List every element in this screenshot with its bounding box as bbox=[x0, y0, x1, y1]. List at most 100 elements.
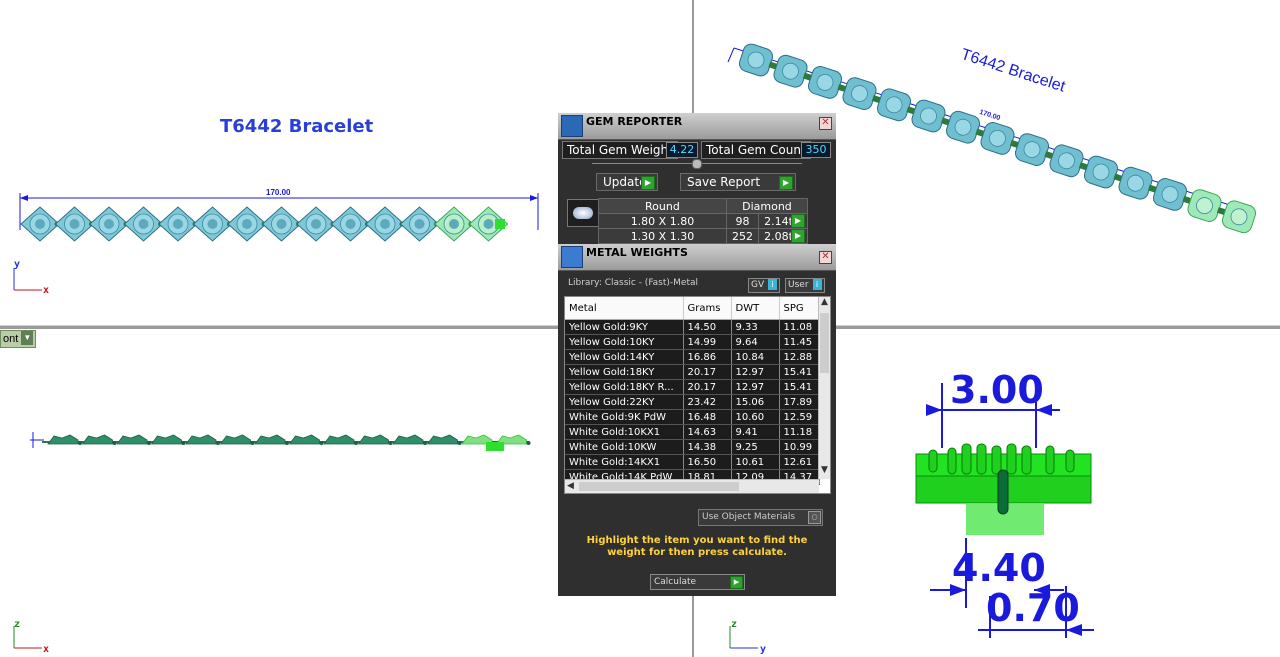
table-row[interactable]: Yellow Gold:18KY 20.17 12.97 15.41 bbox=[565, 364, 820, 380]
gem-row-go-button[interactable]: ▶ bbox=[791, 214, 805, 228]
column-header-spg[interactable]: SPG bbox=[779, 297, 820, 320]
vertical-scrollbar[interactable]: ▲ ▼ bbox=[818, 297, 830, 479]
scroll-down-icon[interactable]: ▼ bbox=[821, 465, 828, 475]
spg-value: 12.59 bbox=[779, 409, 820, 425]
metal-name: Yellow Gold:22KY bbox=[565, 394, 684, 410]
horizontal-scrollbar[interactable]: ◀ bbox=[565, 479, 819, 493]
clasp bbox=[495, 219, 505, 229]
table-row[interactable]: White Gold:10KW 14.38 9.25 10.99 bbox=[565, 439, 820, 455]
gem-size: 1.80 X 1.80 bbox=[598, 213, 727, 229]
table-row[interactable]: Yellow Gold:18KY R... 20.17 12.97 15.41 bbox=[565, 379, 820, 395]
grams-value: 23.42 bbox=[683, 394, 732, 410]
bracelet-link bbox=[123, 206, 164, 242]
gem-reporter-icon bbox=[561, 115, 583, 137]
bracelet-link bbox=[261, 206, 302, 242]
bracelet-links bbox=[20, 206, 509, 242]
table-row[interactable]: White Gold:14KX1 16.50 10.61 12.61 bbox=[565, 454, 820, 470]
dwt-value: 9.25 bbox=[731, 439, 780, 455]
spg-value: 12.88 bbox=[779, 349, 820, 365]
gem-row-go-button[interactable]: ▶ bbox=[791, 229, 805, 243]
bracelet-link-profile bbox=[426, 434, 462, 445]
gem-reporter-panel: GEM REPORTER ✕ Total Gem Weight 4.22 Tot… bbox=[558, 113, 836, 246]
metal-name: Yellow Gold:10KY bbox=[565, 334, 684, 350]
spg-value: 11.45 bbox=[779, 334, 820, 350]
dimension-label: 0.70 bbox=[986, 586, 1080, 630]
bracelet-link-profile bbox=[288, 434, 324, 445]
user-toggle[interactable]: User i bbox=[785, 278, 825, 293]
scroll-up-icon[interactable]: ▲ bbox=[821, 297, 828, 307]
dwt-value: 9.64 bbox=[731, 334, 780, 350]
scale-icon bbox=[561, 246, 583, 268]
bracelet-link bbox=[330, 206, 371, 242]
gv-toggle-label: GV bbox=[751, 280, 765, 290]
axis-y-label: y bbox=[760, 644, 767, 655]
gem-size: 1.30 X 1.30 bbox=[598, 228, 727, 244]
spg-value: 17.89 bbox=[779, 394, 820, 410]
bracelet-link-profile bbox=[185, 434, 220, 445]
use-object-materials-checkbox[interactable]: Use Object Materials ○ bbox=[698, 509, 823, 526]
metal-name: White Gold:9K PdW bbox=[565, 409, 684, 425]
dwt-value: 10.84 bbox=[731, 349, 780, 365]
bracelet-link bbox=[227, 206, 267, 242]
calculate-button[interactable]: Calculate ▶ bbox=[650, 574, 745, 590]
diamond-icon bbox=[573, 207, 593, 219]
table-row[interactable]: Yellow Gold:9KY 14.50 9.33 11.08 bbox=[565, 319, 820, 335]
dwt-value: 10.61 bbox=[731, 454, 780, 470]
play-icon: ▶ bbox=[641, 176, 655, 190]
scroll-thumb[interactable] bbox=[820, 313, 829, 373]
table-row[interactable]: Yellow Gold:10KY 14.99 9.64 11.45 bbox=[565, 334, 820, 350]
grams-value: 16.50 bbox=[683, 454, 732, 470]
table-row[interactable]: White Gold:9K PdW 16.48 10.60 12.59 bbox=[565, 409, 820, 425]
bracelet-link-profile bbox=[392, 434, 427, 445]
dimension-label: 3.00 bbox=[950, 368, 1044, 412]
metal-name: White Gold:14KX1 bbox=[565, 454, 684, 470]
dropdown-arrow-icon[interactable]: ▼ bbox=[21, 331, 34, 345]
total-gem-weight-value: 4.22 bbox=[666, 142, 698, 158]
save-report-button[interactable]: Save Report ▶ bbox=[680, 173, 796, 191]
gem-reporter-titlebar[interactable]: GEM REPORTER ✕ bbox=[558, 113, 836, 140]
gem-table: Round Diamond 1.80 X 1.80 98 2.14tw 1.30… bbox=[598, 198, 809, 244]
close-icon[interactable]: ✕ bbox=[819, 251, 832, 264]
table-row[interactable]: White Gold:10KX1 14.63 9.41 11.18 bbox=[565, 424, 820, 440]
grams-value: 14.50 bbox=[683, 319, 732, 335]
column-header-grams[interactable]: Grams bbox=[683, 297, 732, 320]
grams-value: 16.48 bbox=[683, 409, 732, 425]
metal-weights-title: METAL WEIGHTS bbox=[586, 246, 688, 259]
metal-weights-titlebar[interactable]: METAL WEIGHTS ✕ bbox=[558, 244, 836, 271]
update-button[interactable]: Update ▶ bbox=[596, 173, 658, 191]
table-row[interactable]: Yellow Gold:22KY 23.42 15.06 17.89 bbox=[565, 394, 820, 410]
bracelet-link bbox=[158, 206, 198, 242]
total-gem-count-label: Total Gem Count bbox=[701, 141, 811, 159]
gem-reporter-title: GEM REPORTER bbox=[586, 115, 683, 128]
total-gem-count-value: 350 bbox=[801, 142, 831, 158]
grams-value: 14.63 bbox=[683, 424, 732, 440]
table-row[interactable]: Yellow Gold:14KY 16.86 10.84 12.88 bbox=[565, 349, 820, 365]
spg-value: 11.08 bbox=[779, 319, 820, 335]
viewport-menu[interactable]: ont ▼ bbox=[0, 330, 37, 348]
checkbox-icon[interactable]: ○ bbox=[808, 511, 821, 524]
metal-name: Yellow Gold:9KY bbox=[565, 319, 684, 335]
total-gem-weight-label: Total Gem Weight bbox=[562, 141, 678, 159]
gv-toggle[interactable]: GV i bbox=[748, 278, 781, 293]
scroll-thumb[interactable] bbox=[579, 482, 739, 491]
play-icon: ▶ bbox=[730, 576, 743, 589]
grams-value: 20.17 bbox=[683, 379, 732, 395]
bracelet-link-profile bbox=[254, 434, 289, 445]
gem-row[interactable]: 1.80 X 1.80 98 2.14tw bbox=[598, 213, 808, 229]
slider-handle[interactable] bbox=[692, 159, 702, 169]
close-icon[interactable]: ✕ bbox=[819, 117, 832, 130]
bracelet-link bbox=[434, 206, 474, 242]
spg-value: 15.41 bbox=[779, 364, 820, 380]
scroll-left-icon[interactable]: ◀ bbox=[567, 481, 574, 491]
dwt-value: 12.97 bbox=[731, 364, 780, 380]
column-header-dwt[interactable]: DWT bbox=[731, 297, 780, 320]
bracelet-link-profile bbox=[150, 434, 186, 445]
use-object-materials-label: Use Object Materials bbox=[702, 512, 796, 522]
grams-value: 16.86 bbox=[683, 349, 732, 365]
dimension-marker bbox=[30, 432, 44, 448]
gem-row[interactable]: 1.30 X 1.30 252 2.08tw bbox=[598, 228, 808, 244]
grams-value: 20.17 bbox=[683, 364, 732, 380]
metal-weights-table[interactable]: Metal Grams DWT SPG Yellow Gold:9KY 14.50… bbox=[564, 296, 831, 494]
column-header-metal[interactable]: Metal bbox=[565, 297, 684, 320]
library-label: Library: Classic - (Fast)-Metal bbox=[568, 278, 699, 288]
